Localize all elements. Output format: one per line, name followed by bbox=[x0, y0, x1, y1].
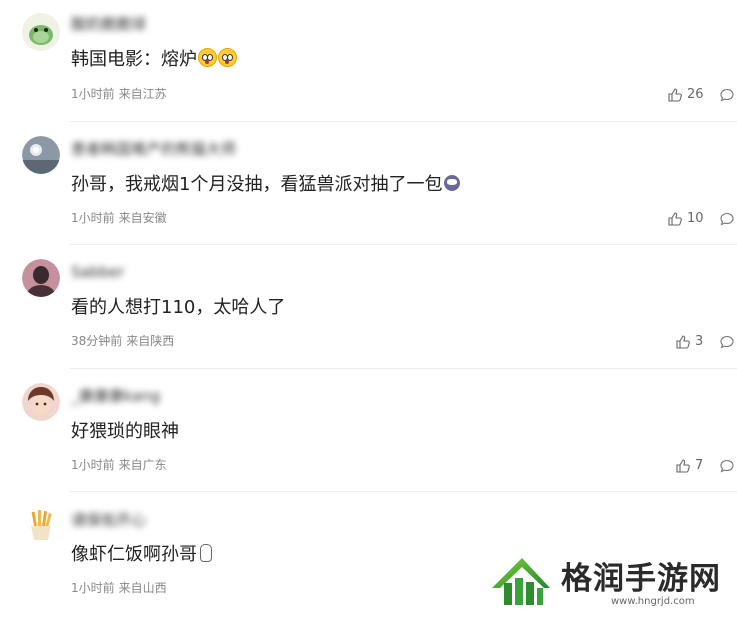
comment-meta: 1小时前 来自山西 bbox=[71, 580, 171, 596]
watermark-url: www.hngrjd.com bbox=[611, 596, 695, 607]
thumbs-up-icon bbox=[676, 459, 690, 473]
avatar[interactable] bbox=[22, 383, 60, 421]
comment-time: 1小时前 bbox=[71, 458, 115, 472]
astonished-face-icon bbox=[218, 48, 237, 67]
avatar[interactable] bbox=[22, 259, 60, 297]
like-button[interactable]: 10 bbox=[668, 211, 704, 227]
comment-meta: 1小时前 来自安徽 bbox=[71, 210, 171, 226]
username[interactable]: 酸奶脆脆球 bbox=[71, 15, 146, 33]
comment-meta: 1小时前 来自广东 bbox=[71, 457, 171, 473]
comment-text: 好猥琐的眼神 bbox=[71, 420, 179, 444]
username[interactable]: _康康康kang bbox=[71, 387, 160, 405]
comment-location: 来自安徽 bbox=[118, 211, 167, 225]
comment-time: 1小时前 bbox=[71, 87, 115, 101]
like-button[interactable]: 7 bbox=[676, 458, 703, 474]
thumbs-up-icon bbox=[676, 335, 690, 349]
astonished-face-icon bbox=[198, 48, 217, 67]
username[interactable]: 请保佑开心 bbox=[71, 511, 146, 529]
comment-text-body: 像虾仁饭啊孙哥 bbox=[71, 544, 197, 565]
comment-text-body: 好猥琐的眼神 bbox=[71, 421, 179, 442]
comment-time: 38分钟前 bbox=[71, 334, 123, 348]
divider bbox=[70, 244, 737, 245]
comment-text: 韩国电影：熔炉 bbox=[71, 48, 237, 72]
avatar[interactable] bbox=[22, 136, 60, 174]
username[interactable]: 患者韩国难产的熊猫大师 bbox=[71, 140, 236, 158]
comment-meta: 38分钟前 来自陕西 bbox=[71, 333, 178, 349]
comment-bubble-icon[interactable] bbox=[720, 335, 734, 349]
comment-text-body: 孙哥，我戒烟1个月没抽，看猛兽派对抽了一包 bbox=[71, 174, 443, 195]
like-button[interactable]: 26 bbox=[668, 87, 704, 103]
watermark-text: 格润手游网 bbox=[561, 561, 721, 597]
comment-text-body: 看的人想打110，太哈人了 bbox=[71, 297, 286, 318]
comment-bubble-icon[interactable] bbox=[720, 88, 734, 102]
avatar[interactable] bbox=[22, 13, 60, 51]
like-count: 3 bbox=[695, 334, 704, 349]
smoking-face-icon bbox=[444, 175, 461, 191]
hand-icon bbox=[200, 544, 212, 562]
like-count: 26 bbox=[687, 87, 704, 102]
comment-text: 孙哥，我戒烟1个月没抽，看猛兽派对抽了一包 bbox=[71, 173, 461, 197]
avatar[interactable] bbox=[22, 506, 60, 544]
divider bbox=[70, 491, 737, 492]
like-count: 10 bbox=[687, 211, 704, 226]
like-count: 7 bbox=[695, 458, 704, 473]
thumbs-up-icon bbox=[668, 88, 682, 102]
comment-location: 来自江苏 bbox=[118, 87, 167, 101]
comment-location: 来自广东 bbox=[118, 458, 167, 472]
thumbs-up-icon bbox=[668, 212, 682, 226]
comment-text: 看的人想打110，太哈人了 bbox=[71, 296, 285, 320]
like-button[interactable]: 3 bbox=[676, 334, 703, 350]
comment-time: 1小时前 bbox=[71, 211, 115, 225]
comment-time: 1小时前 bbox=[71, 581, 115, 595]
comment-bubble-icon[interactable] bbox=[720, 459, 734, 473]
divider bbox=[70, 121, 737, 122]
comment-text-body: 韩国电影：熔炉 bbox=[71, 49, 197, 70]
comment-location: 来自陕西 bbox=[126, 334, 175, 348]
divider bbox=[70, 368, 737, 369]
comment-location: 来自山西 bbox=[118, 581, 167, 595]
username[interactable]: Sabber bbox=[71, 263, 124, 281]
comment-bubble-icon[interactable] bbox=[720, 212, 734, 226]
comment-text: 像虾仁饭啊孙哥 bbox=[71, 543, 212, 567]
comment-meta: 1小时前 来自江苏 bbox=[71, 86, 171, 102]
